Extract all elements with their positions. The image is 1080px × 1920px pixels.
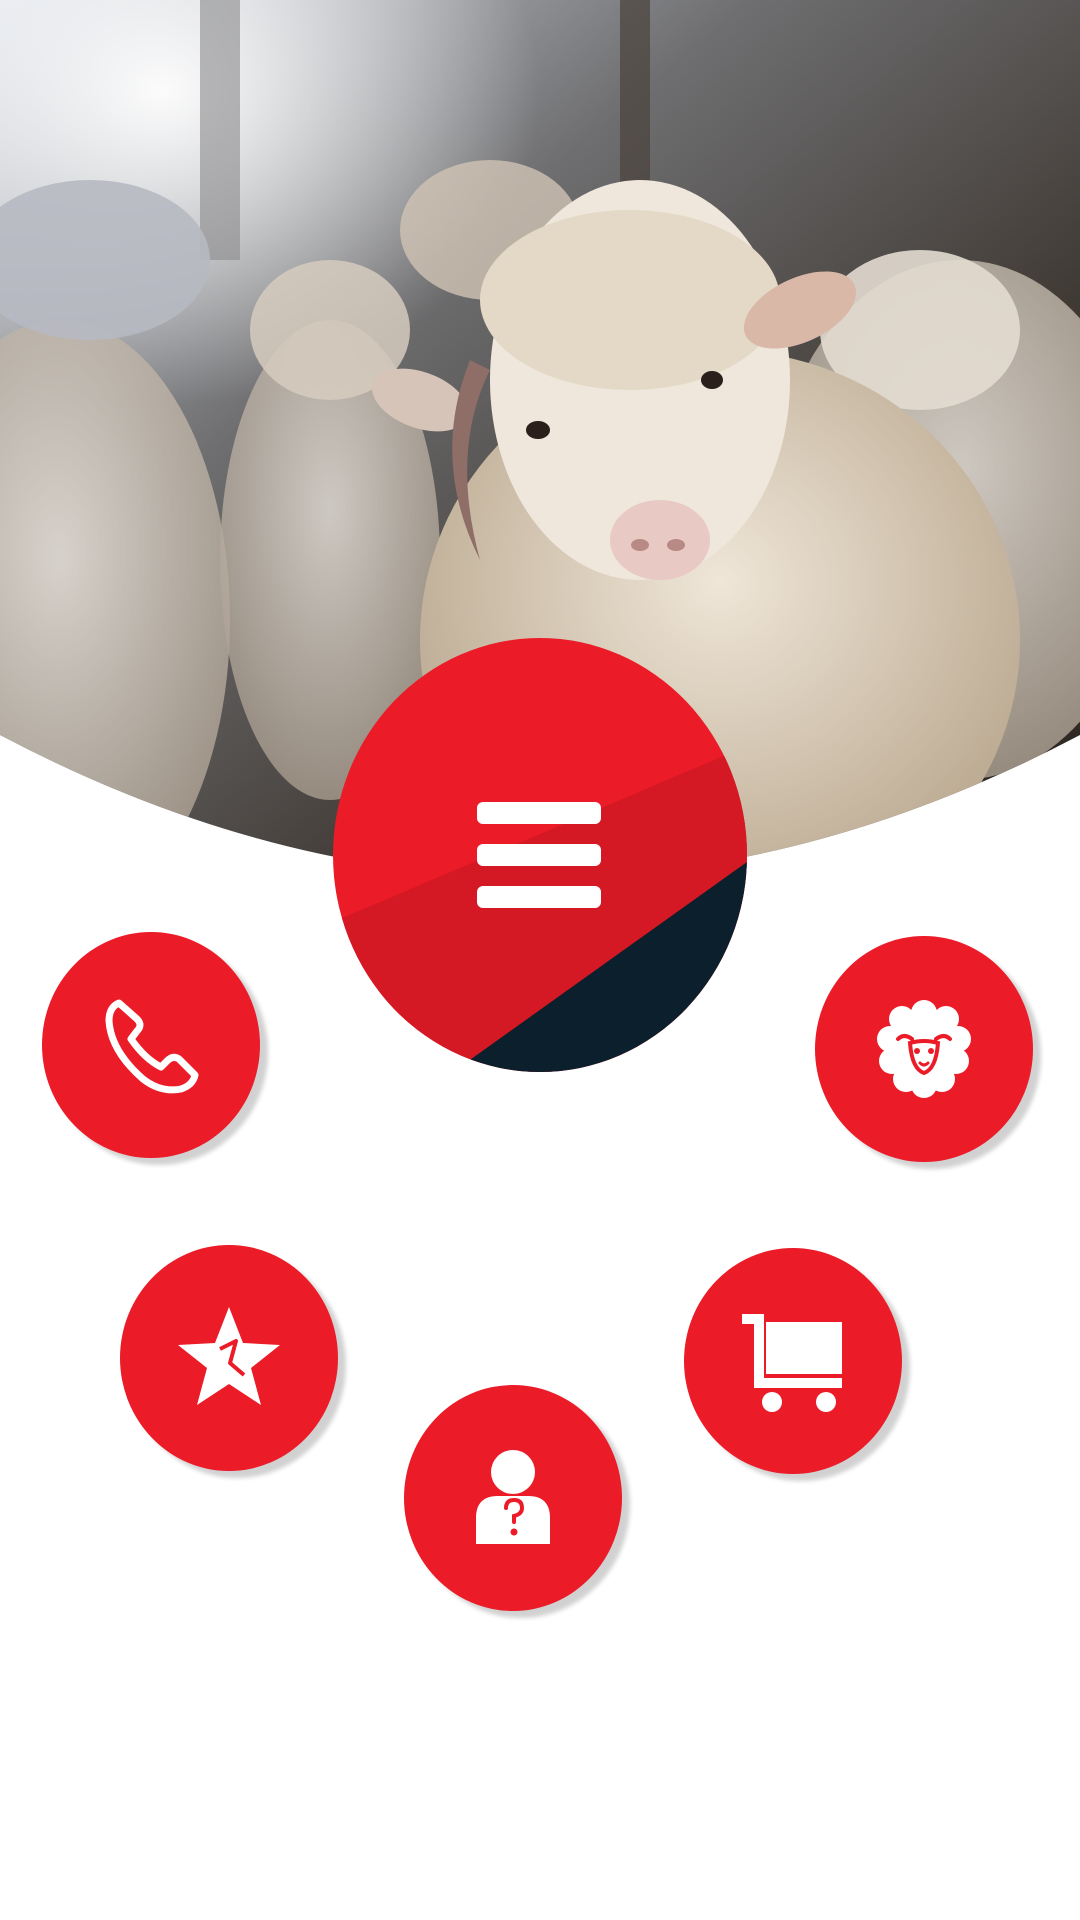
cart-button[interactable]: [684, 1248, 902, 1474]
app-screen: [0, 0, 1080, 1920]
menu-line: [477, 802, 601, 824]
star-icon: [178, 1307, 280, 1405]
menu-button[interactable]: [333, 638, 747, 1072]
person-question-icon: [476, 1450, 550, 1544]
menu-line: [477, 886, 601, 908]
hamburger-menu-icon: [477, 802, 601, 912]
favorites-button[interactable]: [120, 1245, 338, 1471]
sheep-face-icon: [877, 1000, 971, 1098]
help-button[interactable]: [404, 1385, 622, 1611]
sheep-button[interactable]: [815, 936, 1033, 1162]
shopping-cart-icon: [742, 1314, 842, 1412]
phone-icon: [105, 999, 199, 1094]
call-button[interactable]: [42, 932, 260, 1158]
menu-line: [477, 844, 601, 866]
